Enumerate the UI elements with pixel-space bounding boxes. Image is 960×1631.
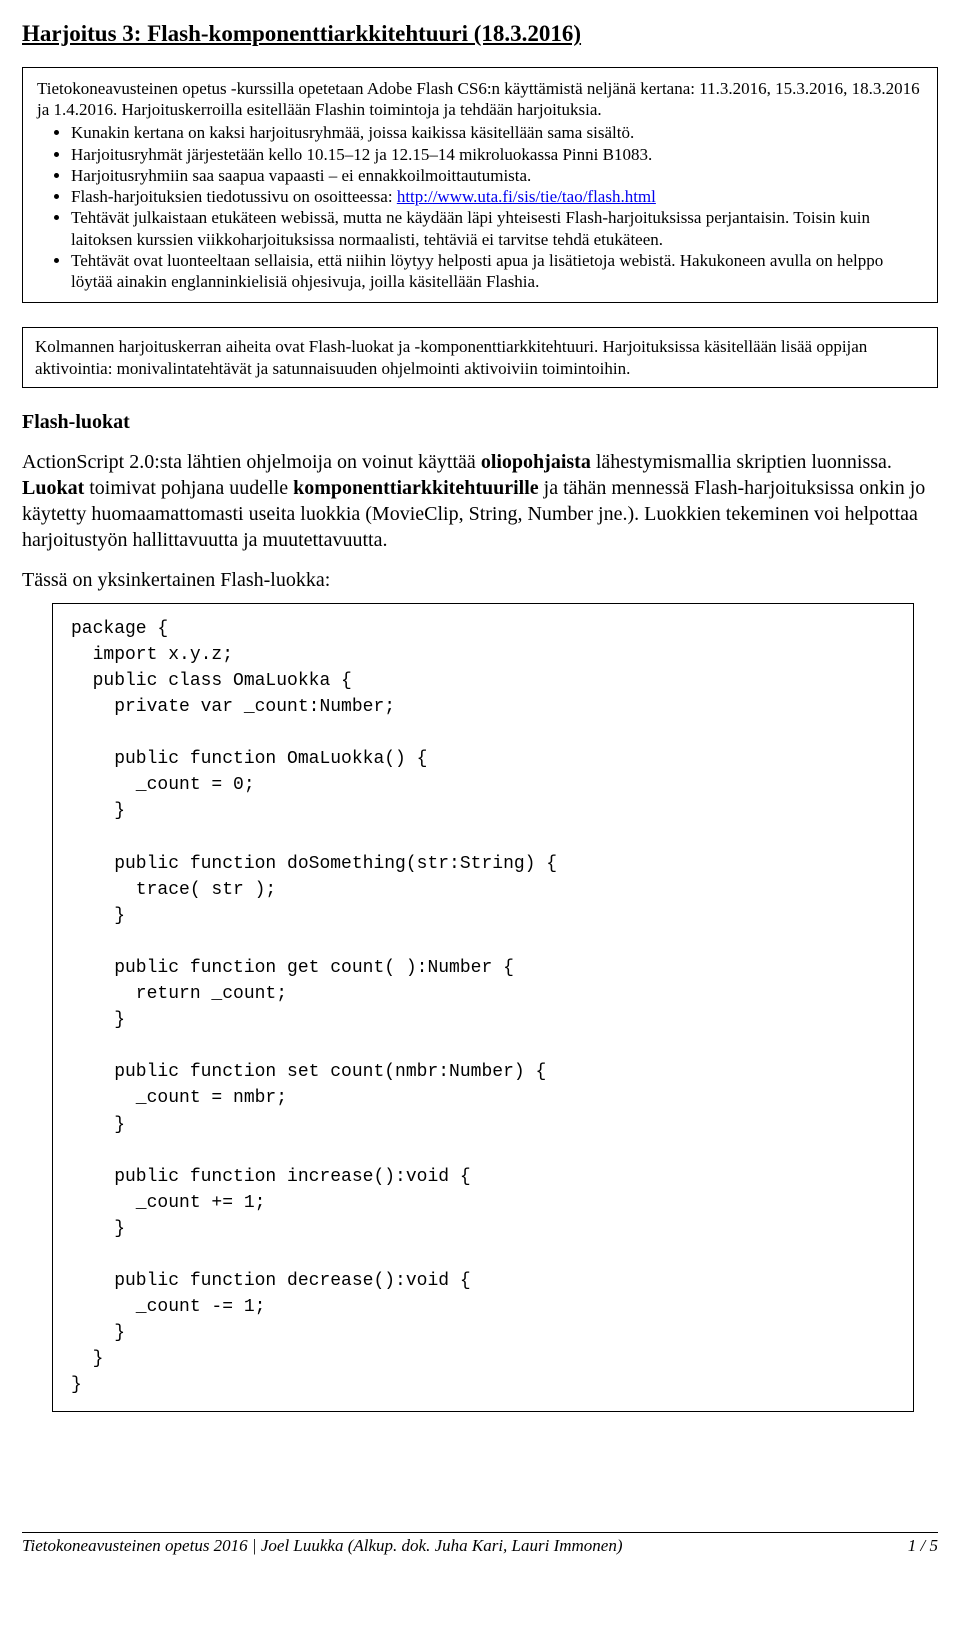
intro-paragraph: Tietokoneavusteinen opetus -kurssilla op… xyxy=(37,78,923,121)
bold-run: oliopohjaista xyxy=(481,451,591,473)
text-run: lähestymismallia skriptien luonnissa. xyxy=(591,451,892,473)
info-bullet-list: Kunakin kertana on kaksi harjoitusryhmää… xyxy=(37,122,923,292)
bullet-item: Flash-harjoituksien tiedotussivu on osoi… xyxy=(71,186,923,207)
text-run: ActionScript 2.0:sta lähtien ohjelmoija … xyxy=(22,451,481,473)
summary-text: Kolmannen harjoituskerran aiheita ovat F… xyxy=(35,336,925,379)
code-block: package { import x.y.z; public class Oma… xyxy=(71,616,895,1399)
section-heading: Flash-luokat xyxy=(22,410,938,435)
page-title: Harjoitus 3: Flash-komponenttiarkkitehtu… xyxy=(22,20,938,49)
bold-run: Luokat xyxy=(22,477,84,499)
bold-run: komponenttiarkkitehtuurille xyxy=(293,477,539,499)
flash-info-link[interactable]: http://www.uta.fi/sis/tie/tao/flash.html xyxy=(397,187,656,206)
bullet-item: Harjoitusryhmiin saa saapua vapaasti – e… xyxy=(71,165,923,186)
bullet-item: Tehtävät ovat luonteeltaan sellaisia, et… xyxy=(71,250,923,293)
footer-page-number: 1 / 5 xyxy=(908,1535,938,1556)
code-box: package { import x.y.z; public class Oma… xyxy=(52,603,914,1412)
info-box: Tietokoneavusteinen opetus -kurssilla op… xyxy=(22,67,938,304)
page-footer: Tietokoneavusteinen opetus 2016 | Joel L… xyxy=(22,1532,938,1556)
body-paragraph-2: Tässä on yksinkertainen Flash-luokka: xyxy=(22,567,938,593)
bullet-item: Tehtävät julkaistaan etukäteen webissä, … xyxy=(71,207,923,250)
text-run: toimivat pohjana uudelle xyxy=(84,477,293,499)
bullet-item: Kunakin kertana on kaksi harjoitusryhmää… xyxy=(71,122,923,143)
bullet-text: Flash-harjoituksien tiedotussivu on osoi… xyxy=(71,187,397,206)
footer-left: Tietokoneavusteinen opetus 2016 | Joel L… xyxy=(22,1535,623,1556)
summary-box: Kolmannen harjoituskerran aiheita ovat F… xyxy=(22,327,938,388)
bullet-item: Harjoitusryhmät järjestetään kello 10.15… xyxy=(71,144,923,165)
body-paragraph-1: ActionScript 2.0:sta lähtien ohjelmoija … xyxy=(22,449,938,553)
